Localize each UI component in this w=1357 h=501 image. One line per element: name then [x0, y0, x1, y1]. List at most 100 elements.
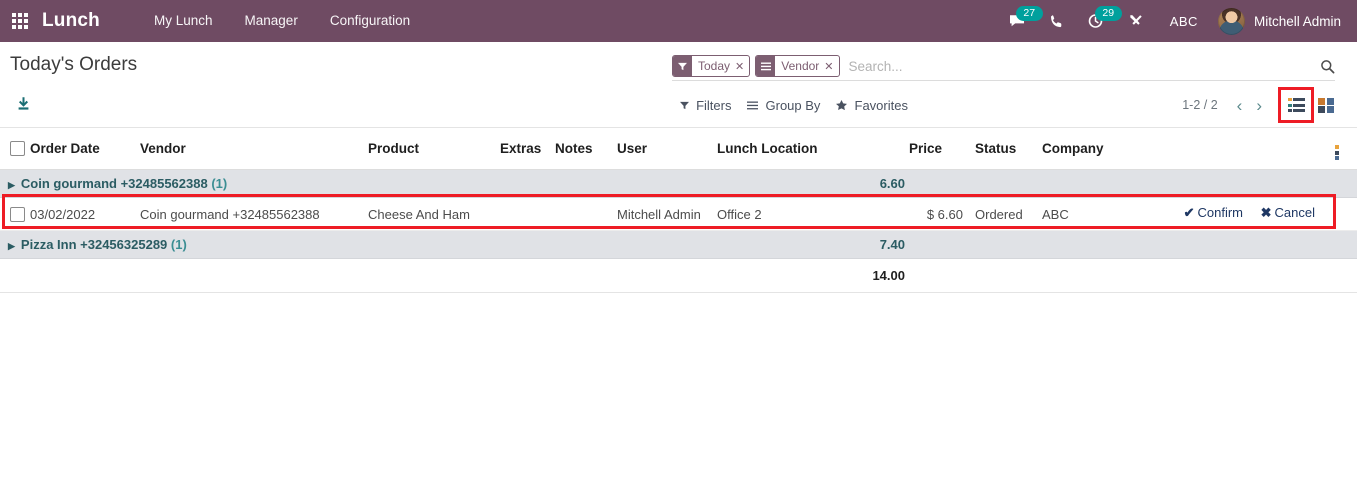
row-checkbox[interactable] — [10, 207, 25, 223]
group-aggregate-price: 7.40 — [717, 230, 909, 260]
top-navbar: Lunch My Lunch Manager Configuration 27 … — [0, 0, 1357, 42]
column-notes[interactable]: Notes — [555, 128, 617, 170]
grid-apps-icon — [12, 13, 28, 29]
cell-product: Cheese And Ham — [368, 197, 500, 232]
search-facet-vendor-label: Vendor — [781, 59, 820, 73]
search-facet-today-remove[interactable]: ✕ — [735, 56, 749, 76]
column-vendor[interactable]: Vendor — [140, 128, 368, 170]
search-facet-vendor-remove[interactable]: ✕ — [824, 56, 838, 76]
cell-vendor: Coin gourmand +32485562388 — [140, 197, 368, 232]
search-facet-today-label: Today — [698, 59, 731, 73]
table-total-row: 14.00 — [0, 258, 1357, 294]
group-by-label: Group By — [765, 97, 821, 113]
column-status[interactable]: Status — [967, 128, 1034, 170]
group-title: Coin gourmand +32485562388 — [20, 176, 208, 191]
cell-status: Ordered — [967, 197, 1034, 232]
column-user[interactable]: User — [617, 128, 717, 170]
company-switcher[interactable]: ABC — [1156, 14, 1212, 29]
search-facet-vendor[interactable]: Vendor ✕ — [755, 55, 840, 77]
row-select-cell — [0, 197, 30, 232]
control-panel-bottom: Filters Group By Favorites 1-2 / 2 ‹ › — [672, 87, 1343, 123]
filters-label: Filters — [696, 97, 732, 113]
group-by-icon — [747, 101, 761, 113]
group-row-pizza-inn[interactable]: ▶ Pizza Inn +32456325289 (1) 7.40 — [0, 230, 1357, 260]
kanban-view-icon — [1318, 97, 1334, 113]
menu-my-lunch[interactable]: My Lunch — [138, 0, 229, 42]
column-company[interactable]: Company — [1034, 128, 1335, 170]
group-row-coin-gourmand[interactable]: ▶ Coin gourmand +32485562388 (1) 6.60 — [0, 169, 1357, 198]
group-by-icon — [756, 56, 776, 76]
search-view: Today ✕ Vendor ✕ — [672, 55, 1335, 81]
group-empty-cell — [909, 169, 1357, 198]
cell-user: Mitchell Admin — [617, 197, 717, 232]
cell-notes — [555, 197, 617, 232]
total-label-cell — [0, 258, 717, 294]
filter-funnel-icon — [673, 56, 692, 76]
star-icon — [836, 99, 850, 113]
search-icon[interactable] — [1314, 59, 1335, 74]
list-view-button[interactable] — [1278, 87, 1314, 123]
control-panel: Today's Orders Today ✕ Vendor ✕ Search..… — [0, 42, 1357, 128]
messages-button[interactable]: 27 — [997, 0, 1043, 42]
column-product[interactable]: Product — [368, 128, 500, 170]
app-brand-lunch[interactable]: Lunch — [42, 10, 100, 32]
tools-button[interactable] — [1116, 0, 1156, 42]
group-empty-cell — [909, 230, 1357, 260]
cell-extras — [500, 197, 555, 232]
group-caret-icon: ▶ — [8, 180, 15, 190]
cell-price: $ 6.60 — [909, 197, 967, 232]
group-title: Pizza Inn +32456325289 — [20, 237, 168, 253]
tools-icon — [1130, 15, 1142, 25]
phone-icon — [1050, 14, 1062, 27]
avatar — [1217, 7, 1245, 35]
user-name: Mitchell Admin — [1253, 13, 1341, 29]
total-price: 14.00 — [717, 258, 909, 294]
apps-menu-toggle[interactable] — [0, 0, 40, 42]
cell-order-date: 03/02/2022 — [30, 197, 140, 232]
filter-funnel-icon — [680, 101, 692, 113]
group-count: (1) — [211, 176, 228, 191]
kanban-view-button[interactable] — [1313, 92, 1339, 118]
select-all-cell — [0, 128, 30, 170]
activities-button[interactable]: 29 — [1076, 0, 1122, 42]
favorites-dropdown[interactable]: Favorites — [828, 94, 916, 117]
cell-lunch-location: Office 2 — [717, 197, 909, 232]
search-facet-today[interactable]: Today ✕ — [672, 55, 751, 77]
group-label-cell: ▶ Coin gourmand +32485562388 (1) — [0, 169, 717, 198]
total-empty-cell — [909, 258, 1357, 294]
group-label-cell: ▶ Pizza Inn +32456325289 (1) — [0, 230, 717, 260]
pager-next-button[interactable]: › — [1249, 97, 1269, 114]
systray: 27 29 ABC Mitchell Admin — [997, 0, 1351, 42]
select-all-checkbox[interactable] — [10, 141, 25, 157]
column-order-date[interactable]: Order Date — [30, 128, 140, 170]
group-by-dropdown[interactable]: Group By — [739, 94, 828, 117]
table-body: ▶ Coin gourmand +32485562388 (1) 6.60 03/… — [0, 169, 1357, 294]
list-view: Order Date Vendor Product Extras Notes U… — [0, 128, 1357, 294]
download-export-icon — [18, 97, 29, 110]
list-view-icon — [1287, 98, 1305, 112]
filters-dropdown[interactable]: Filters — [672, 94, 739, 117]
orders-table: Order Date Vendor Product Extras Notes U… — [0, 128, 1357, 294]
pager: 1-2 / 2 ‹ › — [1182, 87, 1343, 123]
pager-previous-button[interactable]: ‹ — [1230, 97, 1250, 114]
search-input[interactable] — [844, 56, 1314, 76]
optional-columns-icon — [1335, 145, 1339, 160]
group-aggregate-price: 6.60 — [717, 169, 909, 198]
group-count: (1) — [170, 237, 187, 253]
table-row[interactable]: 03/02/2022 Coin gourmand +32485562388 Ch… — [0, 197, 1357, 232]
pager-value: 1-2 / 2 — [1182, 98, 1218, 112]
page-title: Today's Orders — [10, 54, 138, 75]
export-button[interactable] — [14, 96, 33, 115]
user-menu[interactable]: Mitchell Admin — [1212, 7, 1351, 35]
header-row: Order Date Vendor Product Extras Notes U… — [0, 128, 1357, 170]
cell-actions: ✔ Confirm ✖ Cancel — [1184, 197, 1357, 232]
column-lunch-location[interactable]: Lunch Location — [717, 128, 909, 170]
column-price[interactable]: Price — [909, 128, 967, 170]
menu-manager[interactable]: Manager — [229, 0, 314, 42]
phone-button[interactable] — [1037, 0, 1076, 42]
view-switcher — [1278, 87, 1343, 123]
column-extras[interactable]: Extras — [500, 128, 555, 170]
favorites-label: Favorites — [854, 97, 908, 113]
menu-configuration[interactable]: Configuration — [314, 0, 426, 42]
optional-columns-toggle[interactable] — [1335, 128, 1357, 170]
